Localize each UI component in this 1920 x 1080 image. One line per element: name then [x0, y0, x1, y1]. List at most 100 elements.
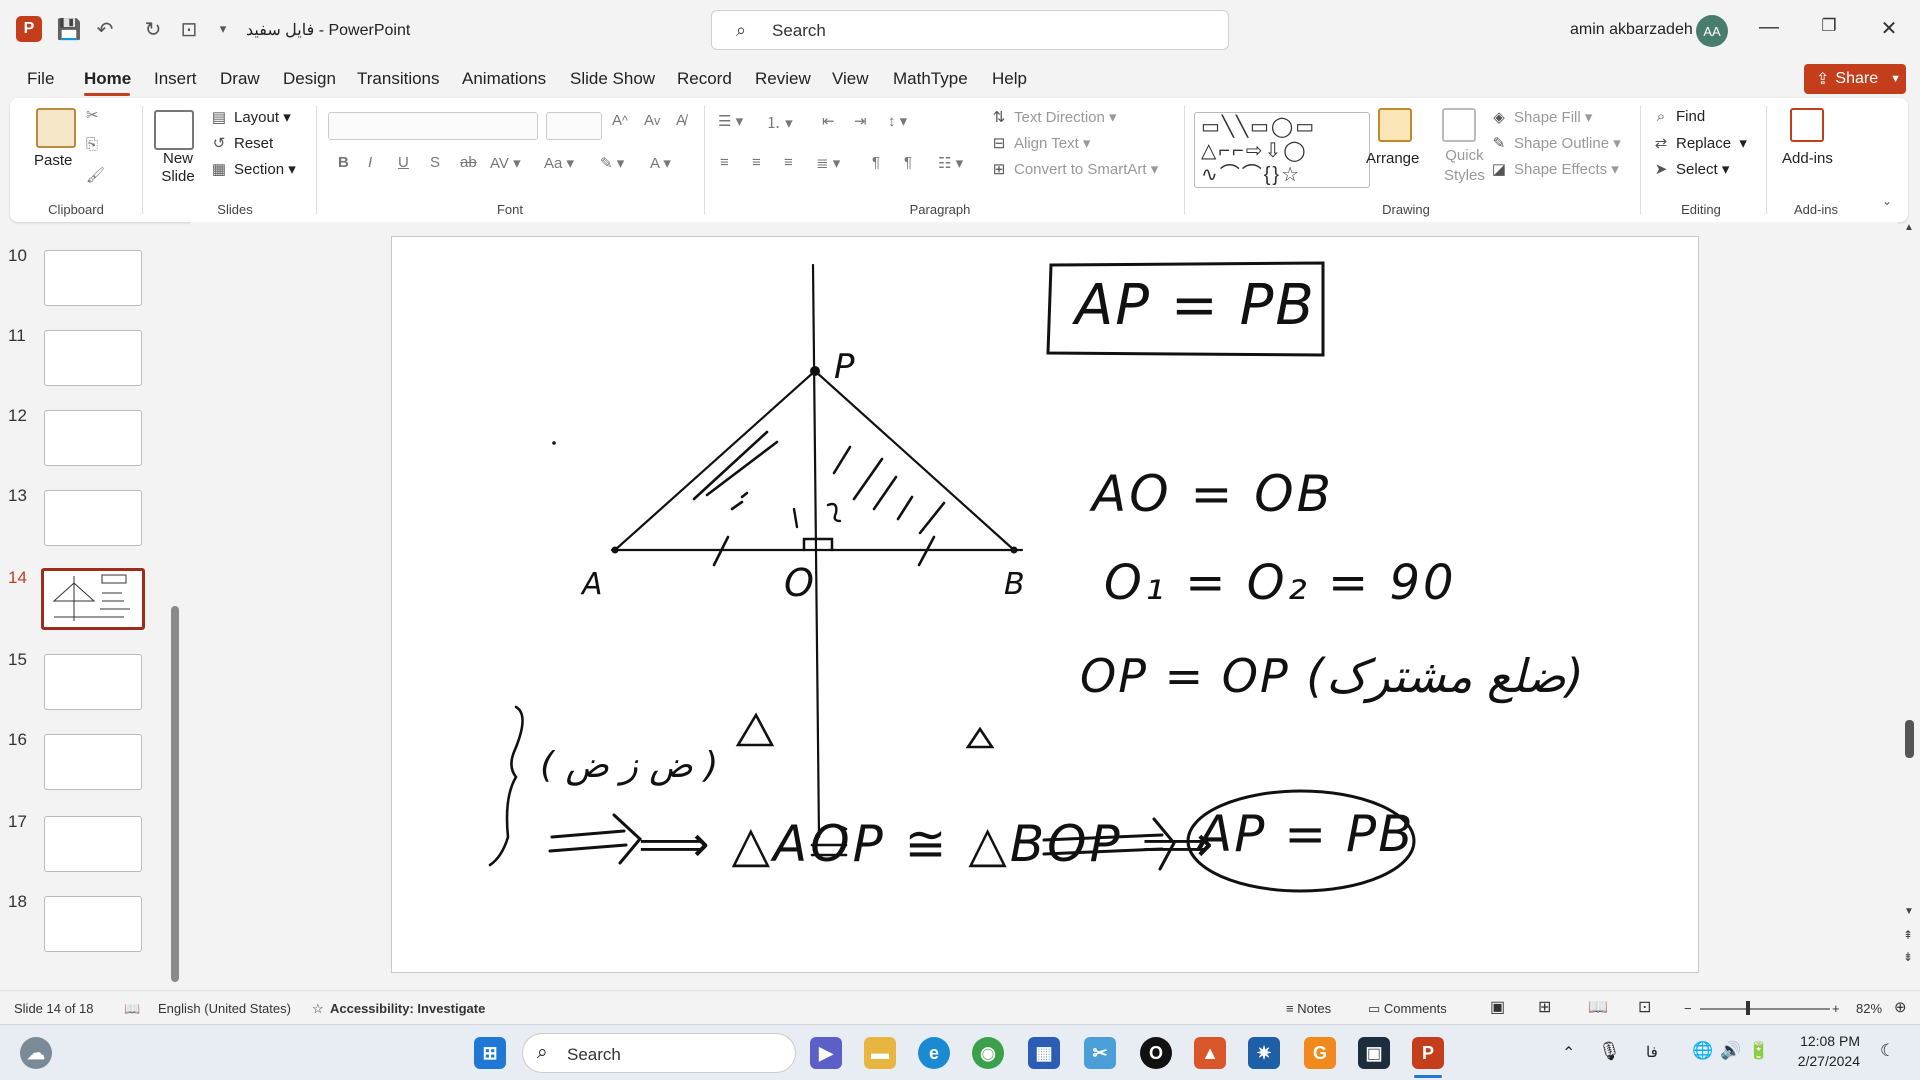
layout-button[interactable]: ▤ Layout ▾ [210, 108, 291, 127]
taskbar-search[interactable]: ⌕ Search [522, 1033, 796, 1073]
weather-icon[interactable]: ☁ [20, 1037, 52, 1069]
slide-thumbnail[interactable] [44, 816, 142, 872]
convert-smartart-button[interactable]: ⊞ Convert to SmartArt ▾ [990, 160, 1159, 179]
clear-format-icon[interactable]: A̸ [676, 112, 686, 129]
quick-styles-icon[interactable] [1442, 108, 1476, 142]
arrange-button[interactable]: Arrange [1366, 150, 1419, 167]
obs-icon[interactable]: O [1140, 1037, 1172, 1069]
accessibility-status[interactable]: Accessibility: Investigate [330, 1001, 485, 1016]
shape-effects-button[interactable]: ◪ Shape Effects ▾ [1490, 160, 1619, 179]
battery-icon[interactable]: 🔋 [1748, 1041, 1769, 1061]
language-status[interactable]: English (United States) [158, 1001, 291, 1016]
arrange-icon[interactable] [1378, 108, 1412, 142]
bold-icon[interactable]: B [338, 154, 349, 171]
shadow-icon[interactable]: S [430, 154, 440, 171]
tab-design[interactable]: Design [283, 69, 336, 89]
volume-icon[interactable]: 🔊 [1720, 1041, 1741, 1061]
scrollbar-thumb[interactable] [1905, 720, 1914, 758]
format-painter-icon[interactable]: 🖌 [86, 166, 105, 184]
line-spacing-icon[interactable]: ↕ ▾ [888, 112, 907, 130]
snipping-tool-icon[interactable]: ✂ [1084, 1037, 1116, 1069]
find-button[interactable]: ⌕ Find [1652, 108, 1705, 125]
shrink-font-icon[interactable]: Av [644, 112, 660, 129]
tab-view[interactable]: View [832, 69, 869, 89]
notes-button[interactable]: ≡ Notes [1286, 1001, 1331, 1016]
add-ins-icon[interactable] [1790, 108, 1824, 142]
app-icon[interactable]: ✷ [1248, 1037, 1280, 1069]
zoom-in-icon[interactable]: + [1832, 1001, 1840, 1016]
align-right-icon[interactable]: ≡ [784, 154, 793, 171]
tab-file[interactable]: File [27, 69, 54, 89]
network-icon[interactable]: 🌐 [1692, 1041, 1713, 1061]
matlab-icon[interactable]: ▲ [1194, 1037, 1226, 1069]
edge-icon[interactable]: e [918, 1037, 950, 1069]
scroll-up-icon[interactable]: ▲ [1904, 222, 1914, 233]
rtl-icon[interactable]: ¶ [904, 154, 912, 171]
user-name[interactable]: amin akbarzadeh [1570, 21, 1693, 39]
replace-button[interactable]: ⇄ Replace ▾ [1652, 134, 1747, 153]
zoom-slider-thumb[interactable] [1746, 1001, 1750, 1015]
scroll-down-icon[interactable]: ▼ [1904, 906, 1914, 917]
powerpoint-taskbar-icon[interactable]: P [1412, 1037, 1444, 1069]
restore-icon[interactable]: ❐ [1814, 16, 1844, 42]
share-button[interactable]: ⇪ Share ▼ [1804, 64, 1906, 94]
tab-insert[interactable]: Insert [154, 69, 197, 89]
collapse-ribbon-icon[interactable]: ⌄ [1882, 194, 1892, 208]
reading-view-icon[interactable]: 📖 [1588, 997, 1608, 1017]
search-input[interactable]: ⌕ Search [711, 10, 1229, 50]
tab-help[interactable]: Help [992, 69, 1027, 89]
customize-qat-icon[interactable]: ▾ [210, 16, 236, 42]
char-spacing-icon[interactable]: AV ▾ [490, 154, 521, 172]
tab-home[interactable]: Home [84, 69, 131, 89]
zoom-slider[interactable] [1700, 1008, 1830, 1010]
avatar[interactable]: AA [1696, 15, 1728, 47]
slide[interactable]: AP = PB P A O B AO = OB O₁ = O₂ = 90 OP … [391, 236, 1699, 973]
thumbnail-scrollbar[interactable] [170, 230, 180, 982]
section-button[interactable]: ▦ Section ▾ [210, 160, 296, 179]
slide-thumbnail[interactable] [44, 734, 142, 790]
slide-thumbnail-selected[interactable] [41, 568, 145, 630]
tab-transitions[interactable]: Transitions [357, 69, 440, 89]
show-hidden-icon[interactable]: ⌃ [1562, 1043, 1575, 1063]
input-language[interactable]: فا [1646, 1043, 1658, 1061]
grow-font-icon[interactable]: A ^ [612, 112, 628, 129]
columns-icon[interactable]: ☷ ▾ [938, 154, 963, 172]
align-text-button[interactable]: ⊟ Align Text ▾ [990, 134, 1091, 153]
slide-thumbnail[interactable] [44, 654, 142, 710]
present-icon[interactable]: ⊡ [176, 16, 202, 42]
undo-icon[interactable]: ↶ [92, 16, 118, 42]
terminal-icon[interactable]: ▣ [1358, 1037, 1390, 1069]
select-button[interactable]: ➤ Select ▾ [1652, 160, 1730, 179]
file-explorer-icon[interactable]: ▬ [864, 1037, 896, 1069]
previous-slide-icon[interactable]: ⇞ [1903, 928, 1913, 942]
clock-date[interactable]: 2/27/2024 [1790, 1053, 1860, 1069]
normal-view-icon[interactable]: ▣ [1490, 997, 1505, 1017]
tab-slide-show[interactable]: Slide Show [570, 69, 655, 89]
align-left-icon[interactable]: ≡ [720, 154, 729, 171]
close-icon[interactable]: ✕ [1874, 16, 1904, 42]
redo-icon[interactable]: ↻ [140, 16, 166, 42]
spelling-icon[interactable]: 📖 [124, 1001, 140, 1017]
slide-thumbnail[interactable] [44, 250, 142, 306]
paste-button[interactable]: Paste [34, 152, 72, 169]
zoom-level[interactable]: 82% [1856, 1001, 1882, 1016]
highlight-icon[interactable]: ✎ ▾ [600, 154, 624, 172]
decrease-indent-icon[interactable]: ⇤ [822, 112, 835, 130]
clock-time[interactable]: 12:08 PM [1790, 1033, 1860, 1049]
tab-record[interactable]: Record [677, 69, 732, 89]
add-ins-button[interactable]: Add-ins [1782, 150, 1833, 167]
quick-styles-button[interactable]: Quick Styles [1444, 146, 1485, 186]
font-name-select[interactable] [328, 112, 538, 140]
notification-icon[interactable]: ☾ [1880, 1041, 1895, 1061]
teams-icon[interactable]: ▶ [810, 1037, 842, 1069]
save-icon[interactable]: 💾 [56, 16, 82, 42]
slide-thumbnail[interactable] [44, 490, 142, 546]
tab-review[interactable]: Review [755, 69, 811, 89]
increase-indent-icon[interactable]: ⇥ [854, 112, 867, 130]
align-center-icon[interactable]: ≡ [752, 154, 761, 171]
shape-fill-button[interactable]: ◈ Shape Fill ▾ [1490, 108, 1592, 127]
slide-thumbnail[interactable] [44, 410, 142, 466]
strikethrough-icon[interactable]: ab [460, 154, 477, 171]
numbering-icon[interactable]: ⒈ ▾ [766, 112, 793, 133]
microphone-icon[interactable]: 🎙 [1598, 1041, 1621, 1062]
